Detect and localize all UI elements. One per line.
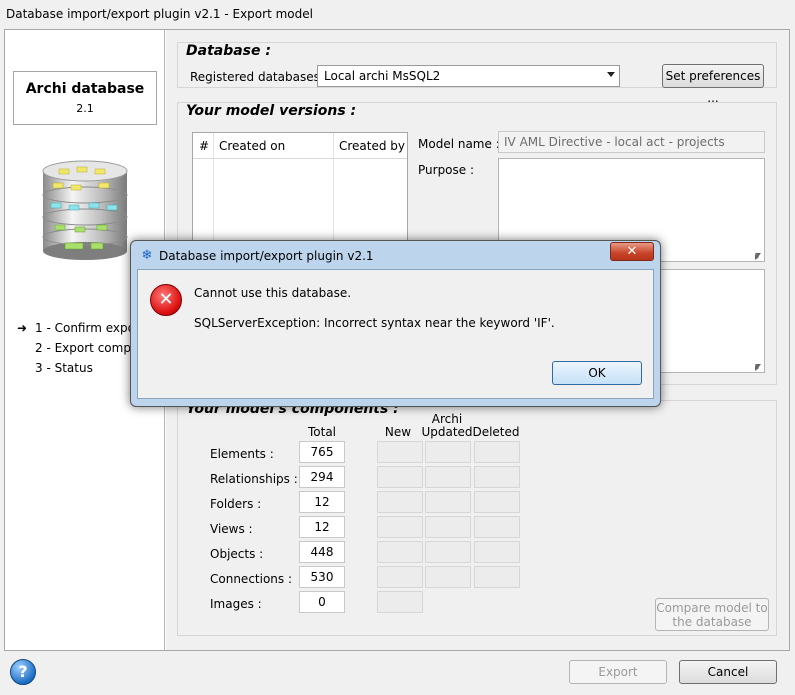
- compare-button-line1: Compare model to: [656, 601, 768, 615]
- brand-name: Archi database: [25, 81, 145, 97]
- total-folders: 12: [299, 491, 345, 513]
- window-title: Database import/export plugin v2.1 - Exp…: [6, 7, 313, 21]
- help-icon[interactable]: ?: [10, 659, 36, 685]
- set-preferences-button[interactable]: Set preferences ...: [662, 64, 764, 105]
- total-column-header: Total: [307, 425, 337, 439]
- updated-connections: [425, 566, 471, 588]
- purpose-label: Purpose :: [418, 163, 475, 177]
- bottom-bar: ? Export Cancel: [0, 651, 795, 695]
- new-images: [377, 591, 423, 613]
- step-label: 3 - Status: [35, 361, 93, 375]
- dialog-title: Database import/export plugin v2.1: [159, 249, 374, 263]
- updated-relationships: [425, 466, 471, 488]
- deleted-relationships: [474, 466, 520, 488]
- updated-views: [425, 516, 471, 538]
- total-objects: 448: [299, 541, 345, 563]
- component-row-label: Objects :: [210, 547, 264, 561]
- model-components-group: Your model's components : Total New Arch…: [177, 400, 777, 636]
- chevron-down-icon: [607, 72, 615, 77]
- plugin-icon: ❄: [141, 248, 153, 263]
- error-dialog: ❄ Database import/export plugin v2.1 ✕ ✕…: [130, 240, 661, 407]
- new-objects: [377, 541, 423, 563]
- total-images: 0: [299, 591, 345, 613]
- updated-elements: [425, 441, 471, 463]
- archi-column-header: Archi: [431, 412, 463, 426]
- error-icon: ✕: [150, 284, 182, 316]
- error-message: Cannot use this database.: [194, 286, 352, 300]
- component-row-label: Views :: [210, 522, 253, 536]
- cancel-button[interactable]: Cancel: [679, 660, 777, 684]
- model-name-field[interactable]: IV AML Directive - local act - projects: [498, 131, 765, 153]
- scroll-right-icon: [755, 365, 759, 371]
- database-group-title: Database :: [186, 43, 271, 59]
- model-versions-title: Your model versions :: [186, 103, 357, 119]
- total-relationships: 294: [299, 466, 345, 488]
- deleted-connections: [474, 566, 520, 588]
- dialog-body: ✕ Cannot use this database. SQLServerExc…: [137, 269, 654, 399]
- column-header-number: #: [199, 139, 210, 153]
- database-group: Database : Registered databases : Local …: [177, 42, 777, 105]
- selected-database: Local archi MsSQL2: [324, 69, 441, 83]
- new-relationships: [377, 466, 423, 488]
- updated-folders: [425, 491, 471, 513]
- new-connections: [377, 566, 423, 588]
- total-connections: 530: [299, 566, 345, 588]
- registered-databases-label: Registered databases :: [190, 70, 328, 84]
- total-views: 12: [299, 516, 345, 538]
- table-header: # Created on Created by: [193, 133, 407, 159]
- export-button[interactable]: Export: [569, 660, 667, 684]
- total-elements: 765: [299, 441, 345, 463]
- component-row-label: Folders :: [210, 497, 262, 511]
- component-row-label: Images :: [210, 597, 262, 611]
- deleted-elements: [474, 441, 520, 463]
- brand-box: Archi database 2.1: [13, 71, 157, 125]
- component-row-label: Relationships :: [210, 472, 298, 486]
- window-titlebar: Database import/export plugin v2.1 - Exp…: [0, 0, 795, 30]
- component-row-label: Connections :: [210, 572, 293, 586]
- current-step-arrow-icon: ➜: [17, 321, 28, 335]
- registered-databases-select[interactable]: Local archi MsSQL2: [317, 65, 620, 87]
- new-folders: [377, 491, 423, 513]
- database-stack-icon: [42, 160, 128, 260]
- deleted-views: [474, 516, 520, 538]
- component-row-label: Elements :: [210, 447, 274, 461]
- brand-version: 2.1: [76, 102, 94, 115]
- deleted-folders: [474, 491, 520, 513]
- deleted-objects: [474, 541, 520, 563]
- updated-objects: [425, 541, 471, 563]
- error-detail: SQLServerException: Incorrect syntax nea…: [194, 316, 555, 330]
- deleted-column-header: Deleted: [472, 425, 520, 439]
- compare-model-button[interactable]: Compare model to the database: [655, 598, 769, 631]
- scroll-right-icon: [755, 254, 759, 260]
- ok-button[interactable]: OK: [552, 361, 642, 385]
- column-header-created-by: Created by: [339, 139, 406, 153]
- step-label: 1 - Confirm export: [35, 321, 145, 335]
- new-elements: [377, 441, 423, 463]
- model-name-label: Model name :: [418, 137, 500, 151]
- compare-button-line2: the database: [672, 615, 752, 629]
- column-header-created-on: Created on: [219, 139, 286, 153]
- new-views: [377, 516, 423, 538]
- close-button[interactable]: ✕: [610, 242, 654, 261]
